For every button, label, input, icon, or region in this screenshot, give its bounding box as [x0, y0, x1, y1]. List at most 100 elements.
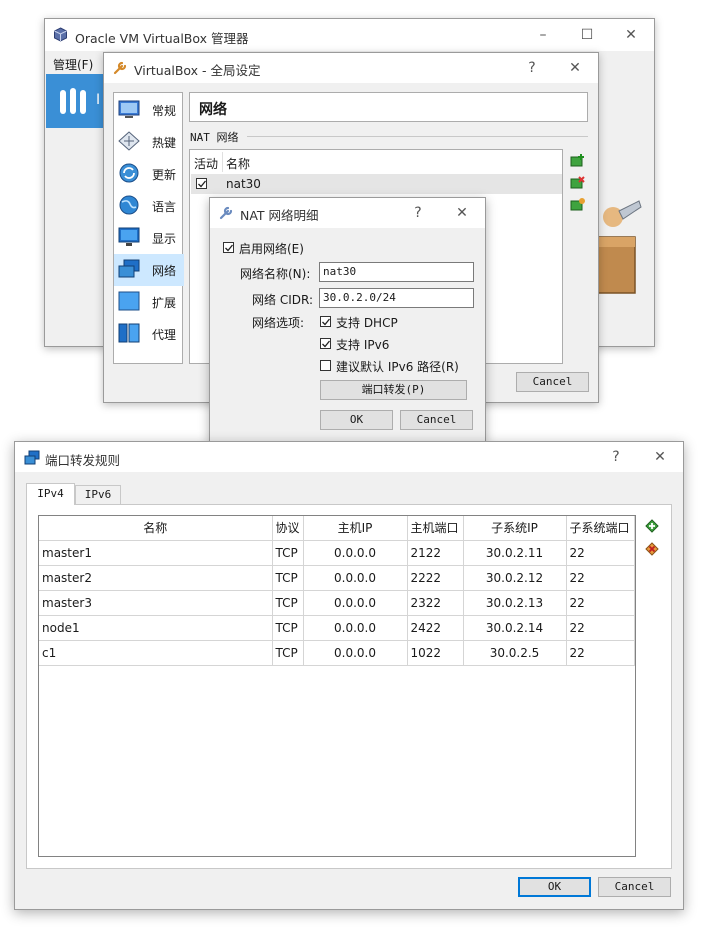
port-forward-button[interactable]: 端口转发(P)	[320, 380, 467, 400]
network-cidr-input[interactable]: 30.0.2.0/24	[319, 288, 474, 308]
ipv6-route-checkbox[interactable]	[320, 360, 331, 371]
sidebar-item-display[interactable]: 显示	[114, 222, 184, 254]
cell-guest-port[interactable]: 22	[566, 590, 635, 616]
cell-guest-port[interactable]: 22	[566, 615, 635, 641]
global-settings-help-button[interactable]: ?	[522, 58, 542, 78]
tab-panel: 名称 协议 主机IP 主机端口 子系统IP 子系统端口 master1 TCP …	[26, 504, 672, 869]
network-active-checkbox[interactable]	[196, 178, 207, 189]
ipv6-checkbox[interactable]	[320, 338, 331, 349]
port-forwarding-title: 端口转发规则	[45, 453, 121, 468]
port-forwarding-help-button[interactable]: ?	[606, 447, 626, 467]
maximize-button[interactable]: ☐	[577, 25, 597, 45]
nat-details-help-button[interactable]: ?	[408, 203, 428, 223]
column-header-protocol[interactable]: 协议	[272, 516, 304, 541]
table-row[interactable]: master2 TCP 0.0.0.0 2222 30.0.2.12 22	[39, 565, 635, 591]
rules-table-container[interactable]: 名称 协议 主机IP 主机端口 子系统IP 子系统端口 master1 TCP …	[38, 515, 636, 857]
sidebar-item-extension[interactable]: 扩展	[114, 286, 184, 318]
column-header-guest-port[interactable]: 子系统端口	[566, 516, 635, 541]
table-row[interactable]: master3 TCP 0.0.0.0 2322 30.0.2.13 22	[39, 590, 635, 616]
table-header-row: 名称 协议 主机IP 主机端口 子系统IP 子系统端口	[39, 516, 635, 541]
column-header-host-port[interactable]: 主机端口	[407, 516, 464, 541]
add-network-icon[interactable]	[570, 153, 586, 172]
cell-guest-port[interactable]: 22	[566, 540, 635, 566]
cell-guest-ip[interactable]: 30.0.2.13	[463, 590, 567, 616]
list-header-name[interactable]: 名称	[226, 155, 250, 172]
sidebar-item-network[interactable]: 网络	[114, 254, 184, 286]
sidebar-label: 网络	[152, 264, 177, 278]
tab-ipv6[interactable]: IPv6	[75, 485, 121, 505]
remove-rule-icon[interactable]	[644, 541, 660, 560]
cell-protocol[interactable]: TCP	[272, 565, 304, 591]
global-settings-cancel-button[interactable]: Cancel	[516, 372, 589, 392]
cell-protocol[interactable]: TCP	[272, 540, 304, 566]
sidebar-item-language[interactable]: 语言	[114, 190, 184, 222]
cell-protocol[interactable]: TCP	[272, 615, 304, 641]
global-settings-titlebar[interactable]: VirtualBox - 全局设定 ? ✕	[104, 53, 598, 83]
enable-network-label[interactable]: 启用网络(E)	[239, 240, 304, 257]
cell-guest-port[interactable]: 22	[566, 640, 635, 666]
tab-ipv4[interactable]: IPv4	[26, 483, 75, 505]
cell-host-port[interactable]: 2322	[407, 590, 464, 616]
manager-titlebar[interactable]: Oracle VM VirtualBox 管理器 – ☐ ✕	[45, 19, 654, 51]
column-header-guest-ip[interactable]: 子系统IP	[463, 516, 567, 541]
enable-network-checkbox[interactable]	[223, 242, 234, 253]
sidebar-item-update[interactable]: 更新	[114, 158, 184, 190]
column-header-name[interactable]: 名称	[39, 516, 273, 541]
network-name-input[interactable]: nat30	[319, 262, 474, 282]
cell-host-ip[interactable]: 0.0.0.0	[303, 590, 408, 616]
cell-name[interactable]: master2	[39, 565, 273, 591]
list-item[interactable]: nat30	[191, 174, 562, 194]
port-forwarding-titlebar[interactable]: 端口转发规则 ? ✕	[15, 442, 683, 472]
nat-details-close-button[interactable]: ✕	[452, 203, 472, 223]
list-header-active[interactable]: 活动	[194, 155, 218, 172]
cell-guest-ip[interactable]: 30.0.2.11	[463, 540, 567, 566]
cell-protocol[interactable]: TCP	[272, 590, 304, 616]
cell-name[interactable]: master1	[39, 540, 273, 566]
add-rule-icon[interactable]	[644, 518, 660, 537]
dhcp-label[interactable]: 支持 DHCP	[336, 314, 398, 331]
dhcp-checkbox[interactable]	[320, 316, 331, 327]
sidebar-label: 语言	[152, 200, 177, 214]
port-forwarding-close-button[interactable]: ✕	[650, 447, 670, 467]
edit-network-icon[interactable]	[570, 197, 586, 216]
tools-item[interactable]: I	[46, 74, 106, 128]
cell-host-port[interactable]: 1022	[407, 640, 464, 666]
sidebar-item-proxy[interactable]: 代理	[114, 318, 184, 350]
cell-guest-ip[interactable]: 30.0.2.12	[463, 565, 567, 591]
ipv6-route-label[interactable]: 建议默认 IPv6 路径(R)	[336, 358, 459, 375]
cell-host-port[interactable]: 2422	[407, 615, 464, 641]
menu-manage[interactable]: 管理(F)	[53, 56, 93, 73]
table-row[interactable]: master1 TCP 0.0.0.0 2122 30.0.2.11 22	[39, 540, 635, 566]
port-forwarding-cancel-button[interactable]: Cancel	[598, 877, 671, 897]
cell-host-port[interactable]: 2222	[407, 565, 464, 591]
cell-host-ip[interactable]: 0.0.0.0	[303, 640, 408, 666]
cell-protocol[interactable]: TCP	[272, 640, 304, 666]
port-forwarding-ok-button[interactable]: OK	[518, 877, 591, 897]
nat-details-titlebar[interactable]: NAT 网络明细 ? ✕	[210, 198, 485, 228]
remove-network-icon[interactable]	[570, 175, 586, 194]
cell-guest-ip[interactable]: 30.0.2.5	[463, 640, 567, 666]
cell-host-ip[interactable]: 0.0.0.0	[303, 565, 408, 591]
section-title-box: 网络	[189, 92, 588, 122]
global-settings-close-button[interactable]: ✕	[565, 58, 585, 78]
nat-cancel-button[interactable]: Cancel	[400, 410, 473, 430]
cell-guest-port[interactable]: 22	[566, 565, 635, 591]
table-row[interactable]: node1 TCP 0.0.0.0 2422 30.0.2.14 22	[39, 615, 635, 641]
column-header-host-ip[interactable]: 主机IP	[303, 516, 408, 541]
ipv6-label[interactable]: 支持 IPv6	[336, 336, 389, 353]
sidebar-item-hotkey[interactable]: 热键	[114, 126, 184, 158]
cell-guest-ip[interactable]: 30.0.2.14	[463, 615, 567, 641]
sidebar-item-general[interactable]: 常规	[114, 94, 184, 126]
cell-name[interactable]: master3	[39, 590, 273, 616]
close-button[interactable]: ✕	[621, 25, 641, 45]
nat-details-title: NAT 网络明细	[240, 208, 319, 223]
minimize-button[interactable]: –	[533, 25, 553, 45]
cell-host-ip[interactable]: 0.0.0.0	[303, 540, 408, 566]
port-forwarding-window: 端口转发规则 ? ✕ IPv4 IPv6 名称 协议 主机IP 主机端口 子系统…	[14, 441, 684, 910]
nat-ok-button[interactable]: OK	[320, 410, 393, 430]
cell-name[interactable]: node1	[39, 615, 273, 641]
cell-host-port[interactable]: 2122	[407, 540, 464, 566]
cell-host-ip[interactable]: 0.0.0.0	[303, 615, 408, 641]
table-row[interactable]: c1 TCP 0.0.0.0 1022 30.0.2.5 22	[39, 640, 635, 666]
cell-name[interactable]: c1	[39, 640, 273, 666]
